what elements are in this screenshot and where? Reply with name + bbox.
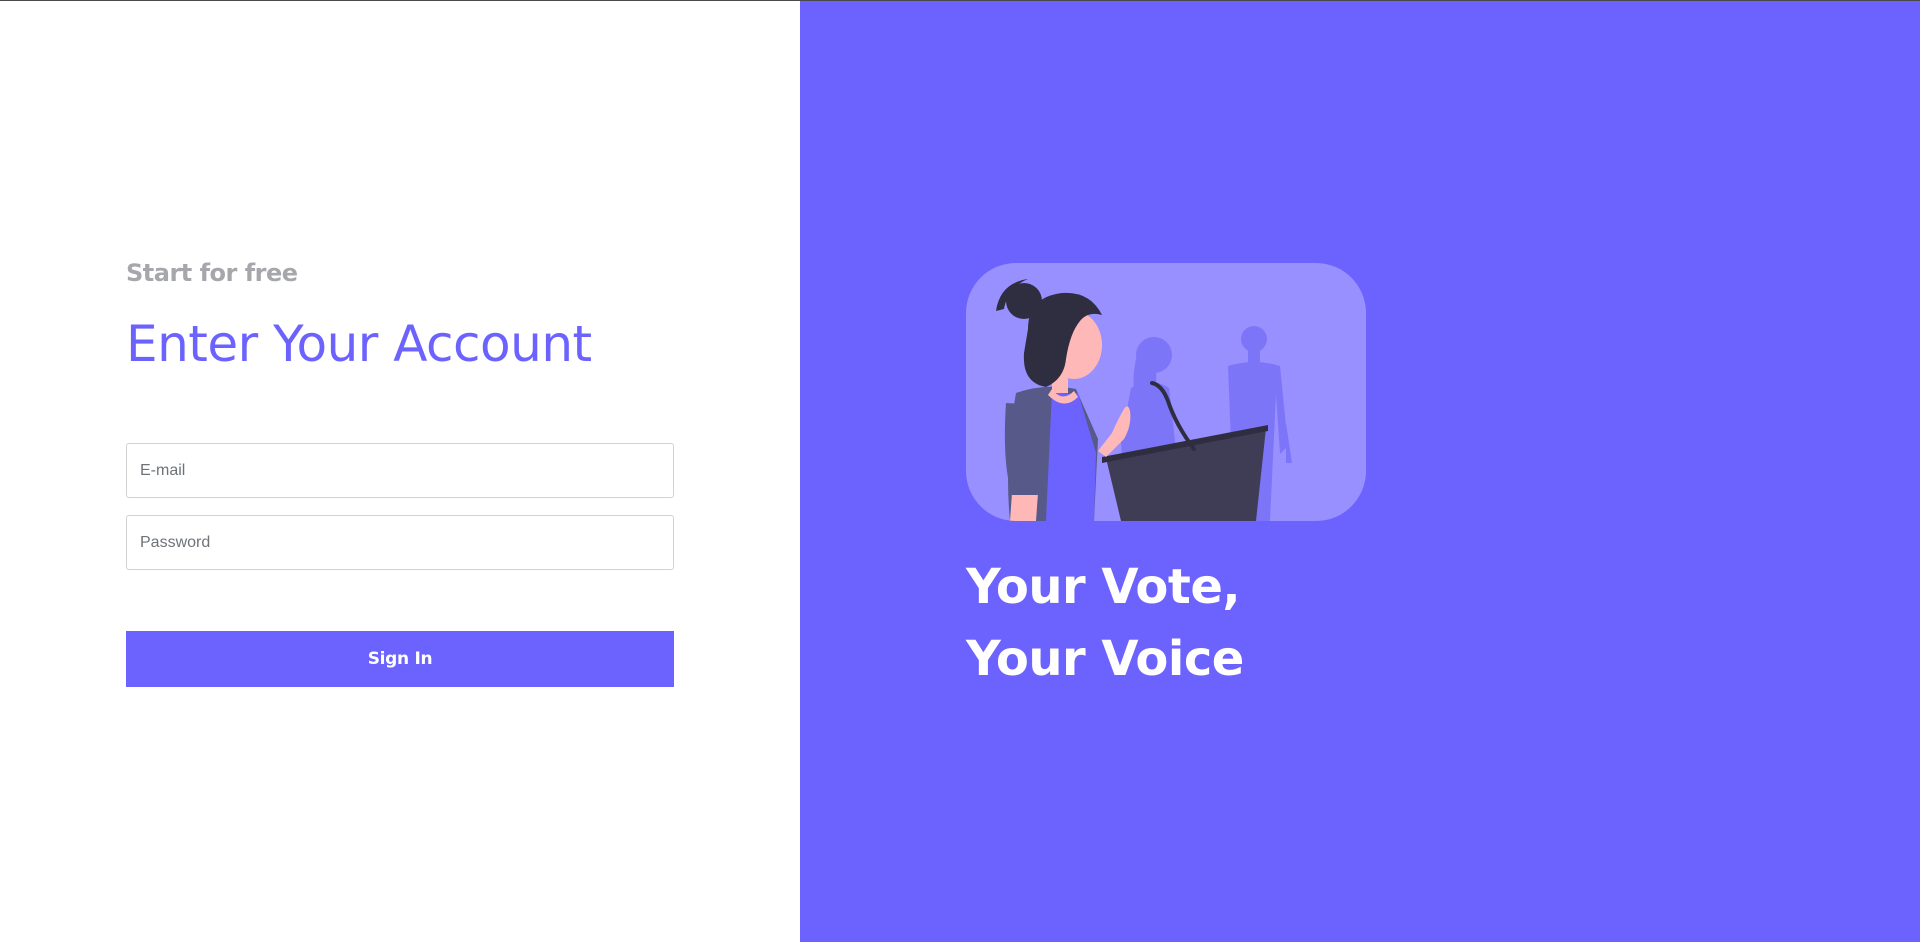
tagline-line-1: Your Vote, [966, 559, 1241, 615]
page-title: Enter Your Account [126, 315, 592, 373]
podium-illustration [966, 263, 1366, 521]
login-page: Start for free Enter Your Account Sign I… [0, 0, 1920, 942]
tagline-line-2: Your Voice [966, 631, 1244, 687]
hero-panel: Your Vote, Your Voice [800, 1, 1920, 942]
sign-in-button[interactable]: Sign In [126, 631, 674, 687]
email-field[interactable] [126, 443, 674, 498]
login-panel: Start for free Enter Your Account Sign I… [0, 1, 800, 942]
password-field[interactable] [126, 515, 674, 570]
woman-at-podium-icon [996, 279, 1292, 521]
hero-tagline: Your Vote, Your Voice [966, 551, 1244, 695]
subtitle: Start for free [126, 259, 298, 287]
